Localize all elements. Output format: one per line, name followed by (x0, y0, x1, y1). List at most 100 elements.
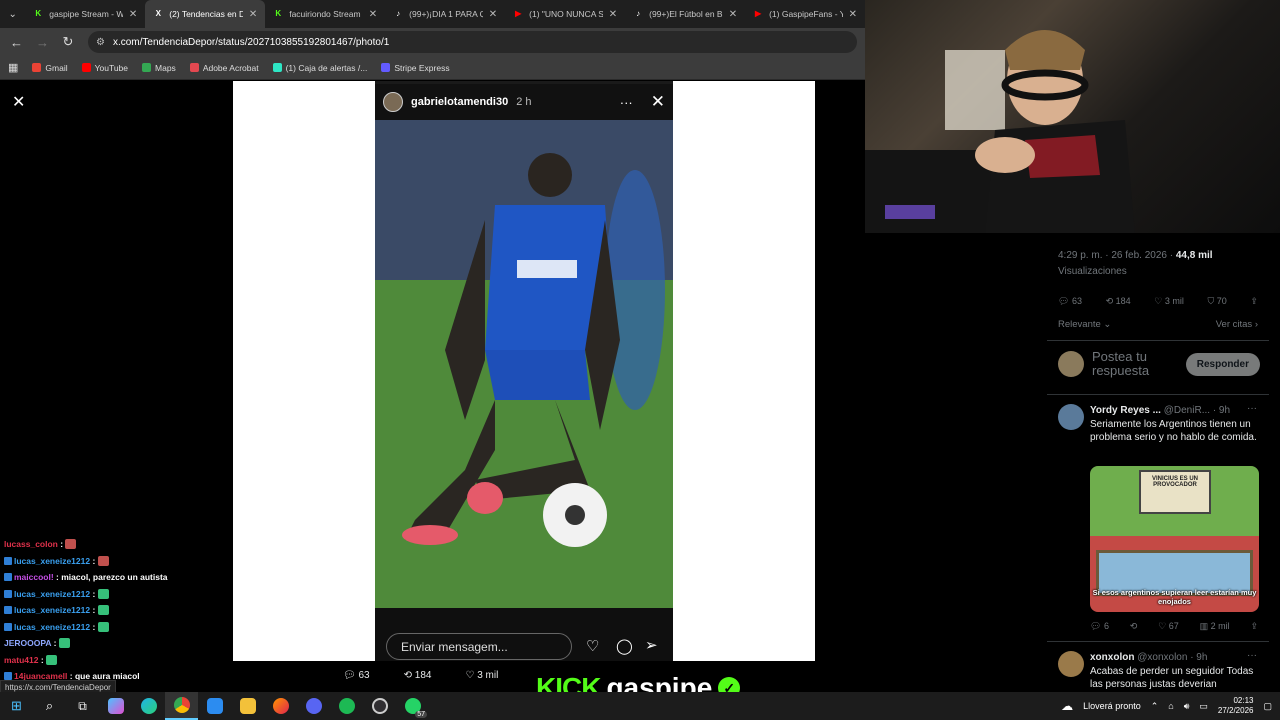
story-username[interactable]: gabrielotamendi30 (411, 96, 508, 108)
tray-overflow-icon[interactable]: ⌃ (1151, 701, 1159, 712)
send-icon[interactable]: ➢ (645, 636, 658, 654)
tweet-actions: 💬︎ 63 ⟲ 184 ♡ 3 mil ⛉ 70 ⇪ (1058, 296, 1258, 307)
heart-icon[interactable]: ♡ (586, 637, 599, 655)
reply-reply-action[interactable]: 💬︎ 6 (1090, 621, 1109, 632)
discord-icon[interactable] (297, 692, 330, 720)
browser-tab[interactable]: Kgaspipe Stream - Wa ✕ (25, 0, 145, 28)
bookmark-item[interactable]: (1) Caja de alertas /... (272, 63, 367, 73)
reply-author-name[interactable]: xonxolon (1090, 652, 1134, 663)
windows-start-icon[interactable]: ⊞ (0, 692, 33, 720)
webcam-illustration (865, 30, 1135, 233)
tab-favicon-icon: ♪ (396, 9, 401, 18)
task-view-icon[interactable]: ⧉ (66, 692, 99, 720)
browser-tab[interactable]: ▶ (1) GaspipeFans - You ✕ (745, 0, 865, 28)
more-options-icon[interactable]: ··· (1247, 650, 1257, 661)
close-icon[interactable]: ✕ (651, 92, 665, 112)
reply-input[interactable]: Postea tu respuesta (1092, 350, 1178, 378)
weather-icon[interactable]: ☁ (1061, 699, 1073, 713)
tab-close-icon[interactable]: ✕ (849, 9, 857, 20)
browser-tab[interactable]: ♪ (99+)El Fútbol en Bra ✕ (625, 0, 745, 28)
reply-button[interactable]: Responder (1185, 352, 1260, 376)
browser-tab[interactable]: ▶ (1) "UNO NUNCA SE ✕ (505, 0, 625, 28)
volume-icon[interactable]: 🔊︎ (1184, 701, 1190, 712)
share-icon[interactable]: ⇪ (1250, 621, 1258, 632)
tab-close-icon[interactable]: ✕ (249, 9, 257, 20)
browser-tab[interactable]: ♪ (99+)¡DIA 1 PARA QU ✕ (385, 0, 505, 28)
reply-tweet[interactable]: xonxolon @xonxolon · 9h Acabas de perder… (1090, 651, 1260, 691)
edge-icon[interactable] (132, 692, 165, 720)
bookmark-item[interactable]: Maps (142, 63, 176, 73)
copilot-icon[interactable] (99, 692, 132, 720)
avatar (1058, 351, 1084, 377)
story-avatar[interactable] (383, 92, 403, 112)
reply-avatar[interactable] (1058, 651, 1084, 677)
whatsapp-icon[interactable]: 57 (396, 692, 429, 720)
close-photo-icon[interactable]: ✕ (12, 92, 25, 112)
chat-username[interactable]: JEROOOPA (4, 638, 51, 648)
comment-icon[interactable]: ◯ (616, 637, 633, 655)
reload-icon[interactable]: ↻ (62, 34, 74, 50)
tab-close-icon[interactable]: ✕ (609, 9, 617, 20)
tab-close-icon[interactable]: ✕ (369, 9, 377, 20)
chat-username[interactable]: lucas_xeneize1212 (14, 556, 90, 566)
reply-tweet[interactable]: Yordy Reyes ... @DeniR... · 9h Seriament… (1090, 404, 1260, 444)
obs-icon[interactable] (363, 692, 396, 720)
story-message-input[interactable]: Enviar mensagem... (386, 633, 572, 660)
chrome-icon[interactable] (165, 692, 198, 720)
reply-like-action[interactable]: ♡ 67 (1158, 621, 1179, 632)
chat-username[interactable]: matu412 (4, 655, 39, 665)
back-arrow-icon[interactable]: ← (10, 35, 23, 50)
bookmark-item[interactable]: Stripe Express (381, 63, 450, 73)
bookmark-item[interactable]: YouTube (81, 63, 128, 73)
chat-username[interactable]: lucass_colon (4, 539, 58, 549)
weather-text[interactable]: Lloverá pronto (1083, 701, 1141, 711)
retweet-action[interactable]: ⟲ 184 (404, 670, 432, 681)
browser-tab[interactable]: X (2) Tendencias en De ✕ (145, 0, 266, 28)
reply-action[interactable]: 💬︎ 63 (343, 670, 370, 681)
network-icon[interactable]: ⌂ (1168, 701, 1173, 711)
chat-username[interactable]: lucas_xeneize1212 (14, 622, 90, 632)
bookmark-action[interactable]: ⛉ 70 (1208, 296, 1227, 307)
apps-grid-icon[interactable]: ▦ (8, 61, 18, 74)
retweet-action[interactable]: ⟲ 184 (1106, 296, 1131, 307)
notifications-icon[interactable]: ▢ (1263, 701, 1272, 712)
clock[interactable]: 02:13 27/2/2026 (1218, 696, 1254, 716)
bookmark-favicon-icon (189, 63, 199, 72)
reply-reply-count: 6 (1103, 621, 1109, 631)
reply-avatar[interactable] (1058, 404, 1084, 430)
search-icon[interactable]: ⌕ (33, 692, 66, 720)
bookmark-item[interactable]: Gmail (32, 63, 68, 73)
tab-close-icon[interactable]: ✕ (489, 9, 497, 20)
chat-username[interactable]: lucas_xeneize1212 (14, 605, 90, 615)
retweet-icon[interactable]: ⟲ (1130, 621, 1138, 632)
store-icon[interactable] (198, 692, 231, 720)
view-quotes-link[interactable]: Ver citas › (1216, 319, 1258, 330)
reply-views-action[interactable]: ▥ 2 mil (1200, 621, 1230, 632)
forward-arrow-icon[interactable]: → (36, 35, 49, 50)
story-photo[interactable] (375, 120, 673, 608)
chat-username[interactable]: maiccool! (14, 572, 54, 582)
battery-icon[interactable]: ▭ (1199, 701, 1208, 712)
site-info-icon[interactable]: ⚙ (96, 37, 105, 48)
windows-taskbar: ⊞ ⌕ ⧉ 57 ☁ Lloverá pronto ⌃ ⌂ 🔊︎ ▭ 02:13… (0, 692, 1280, 720)
chat-emote-icon (97, 605, 109, 615)
spotify-icon[interactable] (330, 692, 363, 720)
more-options-icon[interactable]: ··· (1247, 403, 1257, 414)
chat-username[interactable]: lucas_xeneize1212 (14, 589, 90, 599)
address-bar[interactable]: ⚙ x.com/TendenciaDepor/status/2027103855… (88, 31, 857, 53)
reply-action[interactable]: 💬︎ 63 (1058, 296, 1082, 307)
browser-tab[interactable]: Kfacuiriondo Stream - ✕ (265, 0, 385, 28)
like-action[interactable]: ♡ 3 mil (1154, 296, 1184, 307)
more-options-icon[interactable]: ··· (620, 95, 633, 110)
like-action[interactable]: ♡ 3 mil (465, 670, 498, 681)
sort-dropdown[interactable]: Relevante ⌄ (1058, 319, 1111, 330)
tab-close-icon[interactable]: ✕ (729, 9, 737, 20)
firefox-icon[interactable] (264, 692, 297, 720)
share-icon[interactable]: ⇪ (1250, 296, 1258, 307)
reply-author-name[interactable]: Yordy Reyes ... (1090, 405, 1161, 416)
file-explorer-icon[interactable] (231, 692, 264, 720)
bookmark-item[interactable]: Adobe Acrobat (189, 63, 259, 73)
tab-search-chevron-icon[interactable]: ⌄ (0, 0, 25, 28)
tab-close-icon[interactable]: ✕ (129, 9, 137, 20)
heart-icon: ♡ (1154, 296, 1163, 306)
